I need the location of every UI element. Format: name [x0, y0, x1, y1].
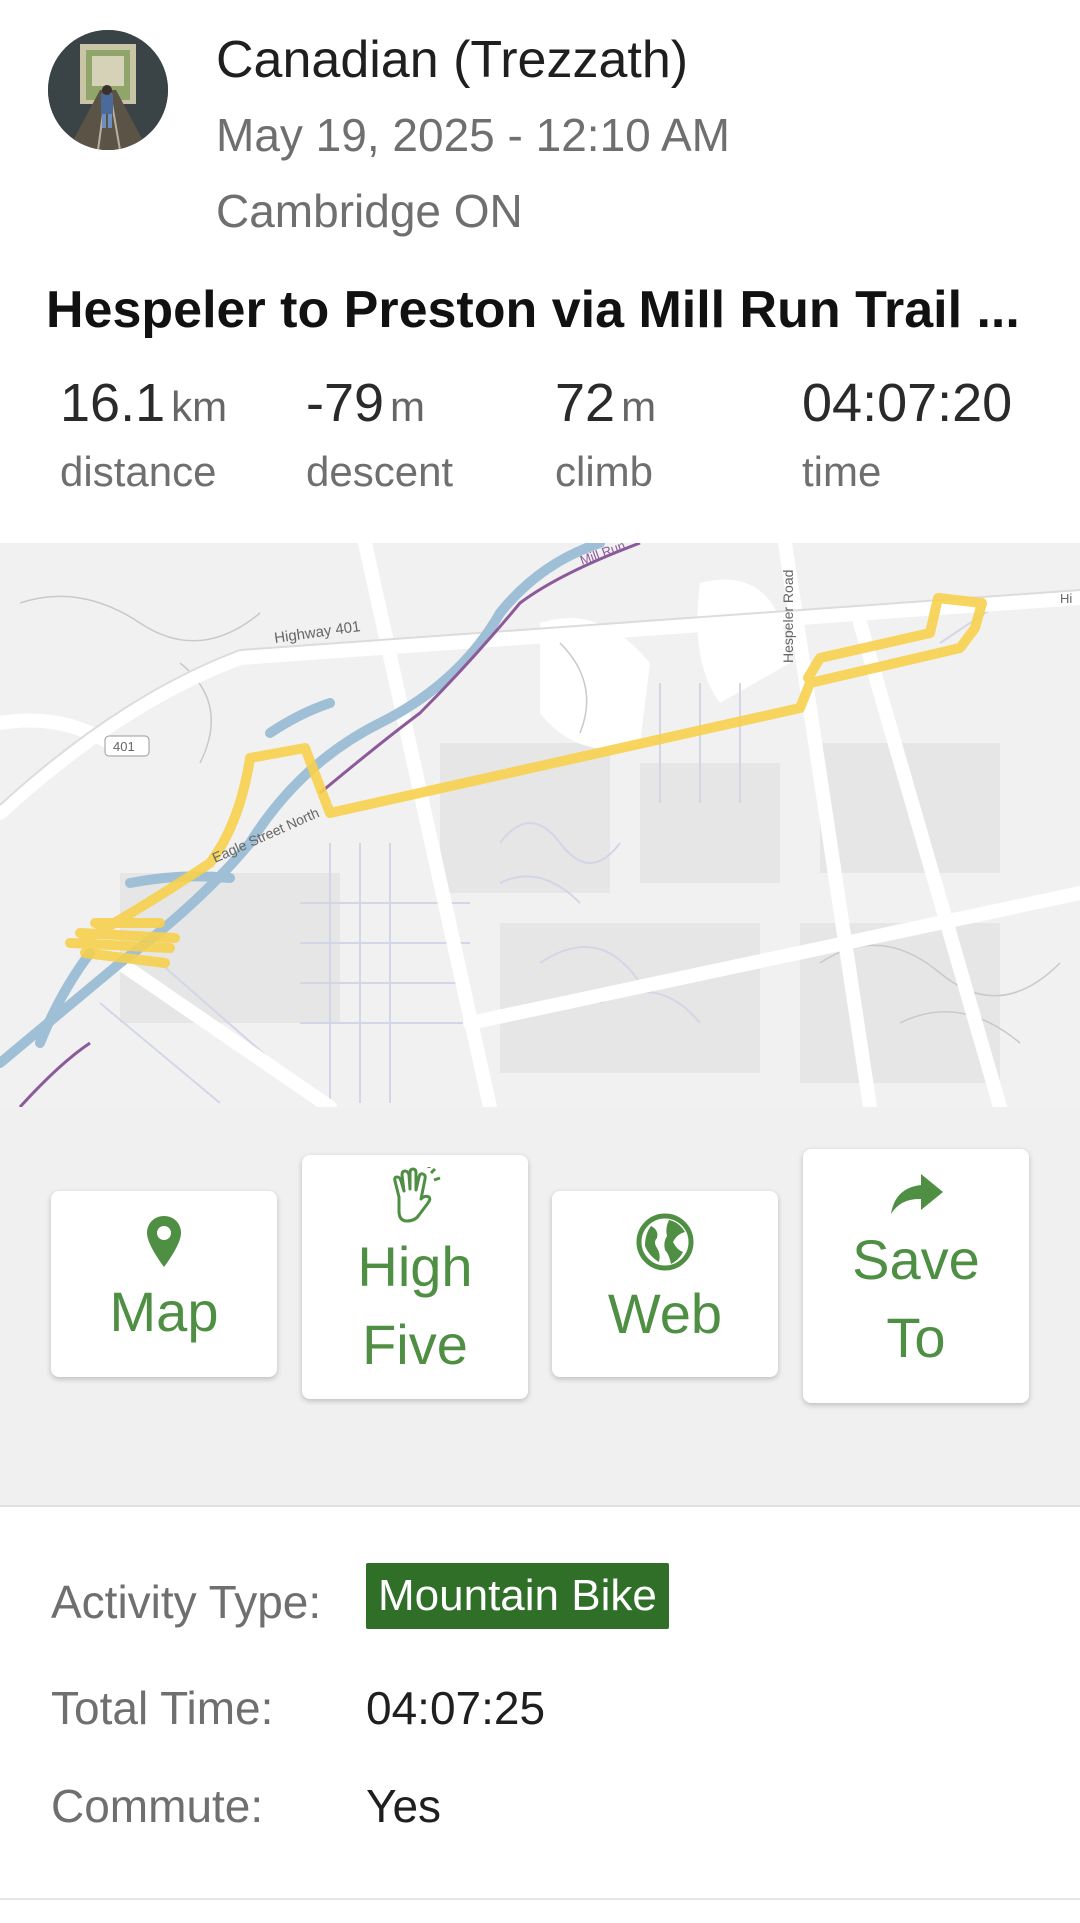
map-label-edge: Hi: [1060, 591, 1072, 606]
user-name[interactable]: Canadian (Trezzath): [216, 30, 688, 90]
total-time-label: Total Time:: [51, 1682, 274, 1734]
stat-climb: 72 m climb: [555, 372, 656, 496]
total-time-value: 04:07:25: [366, 1682, 546, 1734]
high-five-label-line1: High: [357, 1235, 473, 1298]
high-five-icon: [385, 1167, 445, 1225]
stat-unit: km: [171, 383, 228, 430]
activity-header: Canadian (Trezzath) May 19, 2025 - 12:10…: [0, 0, 1080, 260]
web-button-label: Web: [607, 1282, 723, 1345]
map-button-label: Map: [109, 1280, 219, 1343]
web-button[interactable]: Web: [552, 1191, 778, 1377]
stat-descent: -79 m descent: [306, 372, 453, 496]
action-bar: Map High Five Web Save To: [0, 1107, 1080, 1507]
stat-distance: 16.1 km distance: [60, 372, 227, 496]
stat-label: time: [802, 448, 882, 495]
map-label-shield: 401: [113, 739, 135, 754]
save-to-label-line1: Save: [852, 1228, 980, 1291]
commute-label: Commute:: [51, 1780, 264, 1832]
high-five-button[interactable]: High Five: [302, 1155, 528, 1399]
stat-value: 04:07:20: [802, 373, 1013, 433]
map-button[interactable]: Map: [51, 1191, 277, 1377]
stat-time: 04:07:20 time: [802, 372, 1018, 496]
stat-value: 72: [555, 373, 616, 433]
stat-label: climb: [555, 448, 654, 495]
save-to-label-line2: To: [886, 1306, 946, 1369]
stat-value: 16.1: [60, 373, 166, 433]
activity-date: May 19, 2025 - 12:10 AM: [216, 109, 730, 161]
route-map[interactable]: Highway 401 401 Hespeler Road Eagle Stre…: [0, 543, 1080, 1107]
stat-value: -79: [306, 373, 385, 433]
map-label-hespeler-road: Hespeler Road: [780, 570, 796, 663]
commute-value: Yes: [366, 1780, 442, 1832]
map-pin-icon: [144, 1214, 184, 1270]
stat-label: descent: [306, 448, 454, 495]
stats-row: 16.1 km distance -79 m descent 72 m climb 0…: [0, 372, 1080, 512]
globe-icon: [635, 1212, 695, 1272]
stat-unit: m: [390, 383, 426, 430]
divider: [0, 1898, 1080, 1900]
avatar[interactable]: [48, 30, 168, 150]
stat-label: distance: [60, 448, 217, 495]
share-arrow-icon: [887, 1172, 945, 1218]
activity-type-badge: Mountain Bike: [366, 1563, 669, 1629]
activity-location: Cambridge ON: [216, 185, 523, 237]
save-to-button[interactable]: Save To: [803, 1149, 1029, 1403]
activity-title: Hespeler to Preston via Mill Run Trail .…: [46, 281, 1020, 339]
stat-unit: m: [621, 383, 657, 430]
activity-type-label: Activity Type:: [51, 1576, 322, 1628]
high-five-label-line2: Five: [362, 1313, 468, 1376]
